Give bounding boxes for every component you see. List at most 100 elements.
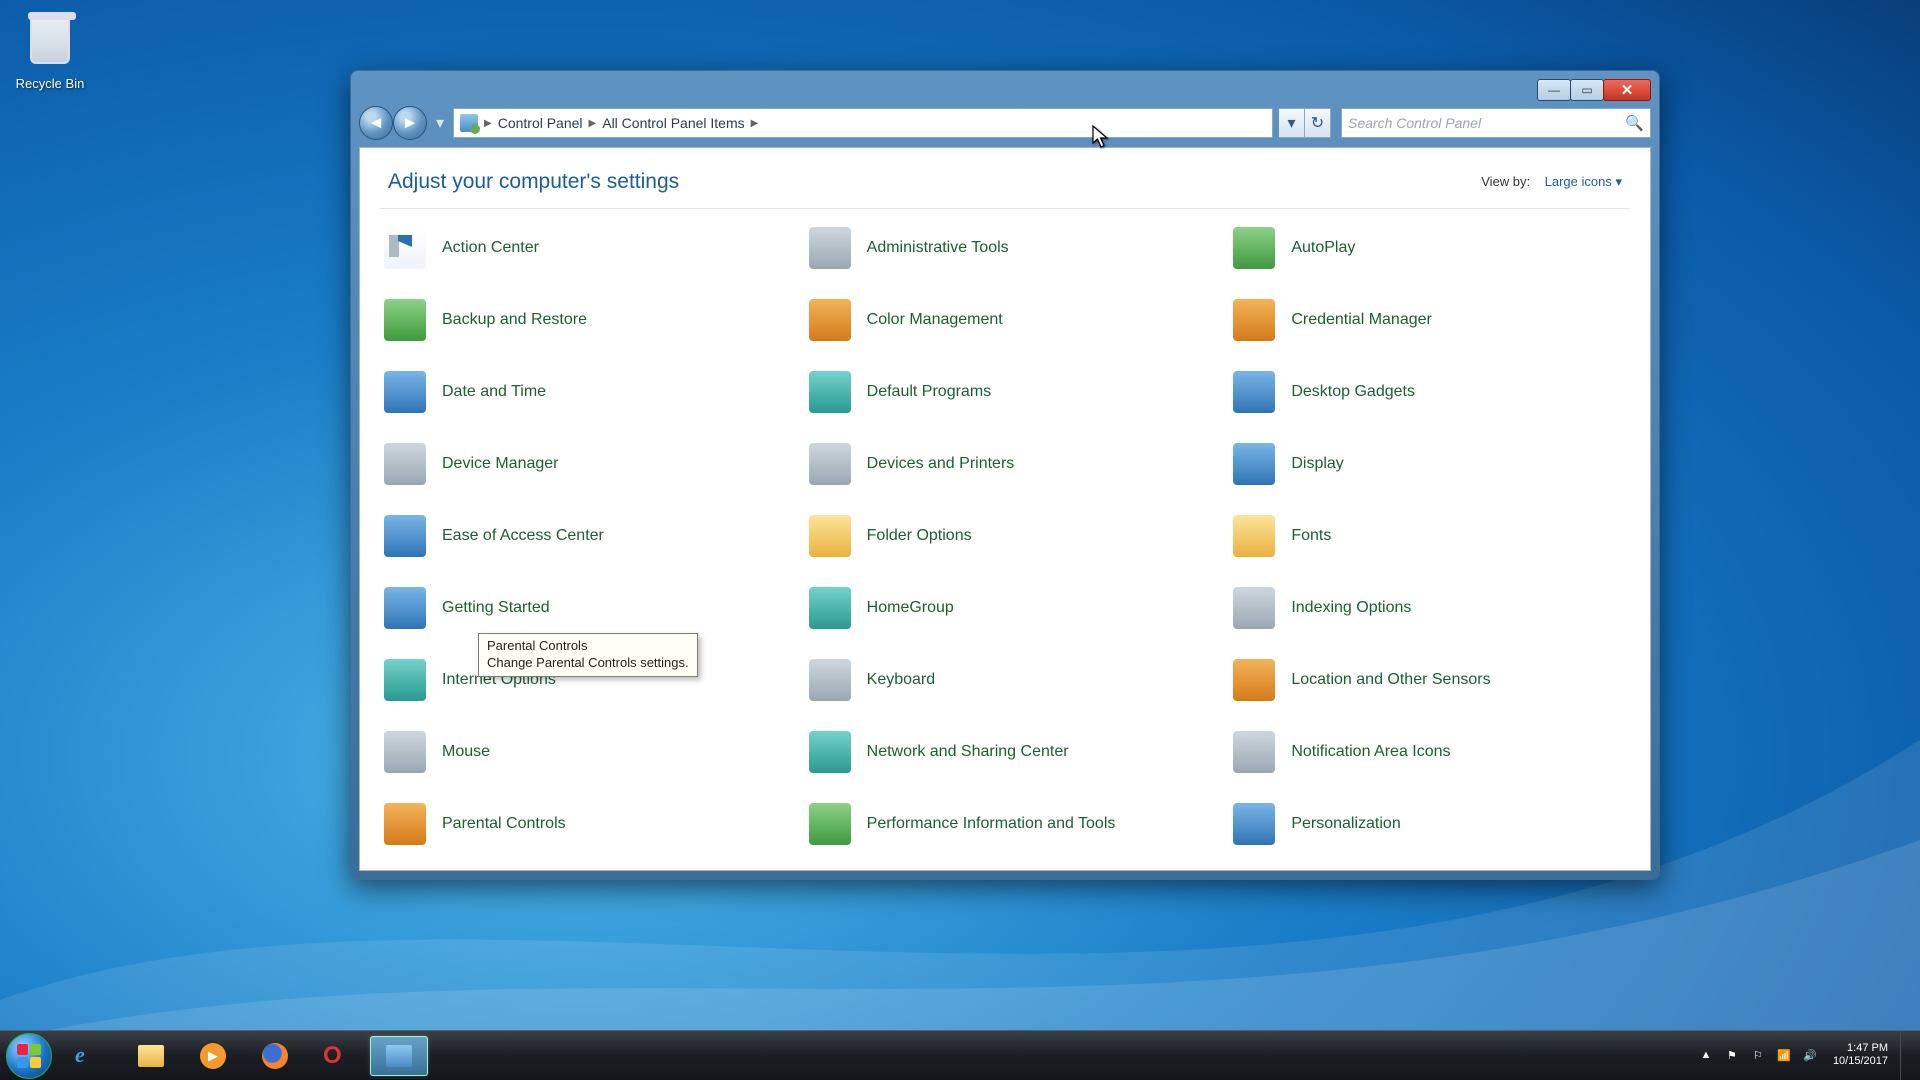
cp-item-devices-and-printers[interactable]: Devices and Printers <box>803 439 1218 489</box>
view-by-label: View by: <box>1481 174 1530 189</box>
search-input[interactable] <box>1348 115 1625 131</box>
cp-item-internet-options[interactable]: Internet Options <box>378 655 793 705</box>
cp-item-credential-manager[interactable]: Credential Manager <box>1227 295 1642 345</box>
recycle-bin[interactable]: Recycle Bin <box>10 12 90 91</box>
cp-item-date-and-time[interactable]: Date and Time <box>378 367 793 417</box>
address-dropdown-button[interactable]: ▾ <box>1279 108 1305 138</box>
cp-item-label: Devices and Printers <box>867 455 1015 473</box>
breadcrumb-root[interactable]: Control Panel <box>498 115 583 131</box>
items-scroll-area[interactable]: Action Center Administrative Tools AutoPla… <box>360 209 1650 870</box>
clock-time: 1:47 PM <box>1833 1042 1888 1055</box>
clock-date: 10/15/2017 <box>1833 1055 1888 1068</box>
navigation-row: ◄ ► ▾ ▶ Control Panel ▶ All Control Pane… <box>359 105 1651 141</box>
default-icon <box>809 371 851 413</box>
window-content: Adjust your computer's settings View by:… <box>359 147 1651 871</box>
homegroup-icon <box>809 587 851 629</box>
clock[interactable]: 1:47 PM 10/15/2017 <box>1833 1042 1888 1068</box>
show-hidden-icons[interactable]: ▲ <box>1697 1046 1715 1064</box>
search-icon[interactable]: 🔍 <box>1625 114 1644 132</box>
cp-item-performance-information-and-tools[interactable]: Performance Information and Tools <box>803 799 1218 849</box>
network-icon[interactable]: 📶 <box>1775 1046 1793 1064</box>
maximize-button[interactable]: ▭ <box>1570 79 1604 101</box>
gadgets-icon <box>1233 371 1275 413</box>
cp-item-device-manager[interactable]: Device Manager <box>378 439 793 489</box>
minimize-button[interactable]: — <box>1537 79 1571 101</box>
cp-item-action-center[interactable]: Action Center <box>378 223 793 273</box>
cp-item-backup-and-restore[interactable]: Backup and Restore <box>378 295 793 345</box>
close-button[interactable]: ✕ <box>1603 79 1651 101</box>
breadcrumb-current[interactable]: All Control Panel Items <box>602 115 744 131</box>
cp-item-folder-options[interactable]: Folder Options <box>803 511 1218 561</box>
tools-icon <box>809 227 851 269</box>
control-panel-window: — ▭ ✕ ◄ ► ▾ ▶ Control Panel ▶ All Contro… <box>350 70 1660 880</box>
chevron-icon: ▶ <box>751 118 759 129</box>
cp-item-label: Network and Sharing Center <box>867 743 1069 761</box>
credential-icon <box>1233 299 1275 341</box>
view-by: View by: Large icons ▾ <box>1481 174 1622 190</box>
color-icon <box>809 299 851 341</box>
cp-item-ease-of-access-center[interactable]: Ease of Access Center <box>378 511 793 561</box>
cp-item-homegroup[interactable]: HomeGroup <box>803 583 1218 633</box>
back-button[interactable]: ◄ <box>359 106 393 140</box>
cp-item-parental-controls[interactable]: Parental Controls <box>378 799 793 849</box>
cp-item-label: AutoPlay <box>1291 239 1355 257</box>
cp-item-label: Getting Started <box>442 599 550 617</box>
cp-item-label: Location and Other Sensors <box>1291 671 1490 689</box>
refresh-button[interactable]: ↻ <box>1305 108 1331 138</box>
cp-item-fonts[interactable]: Fonts <box>1227 511 1642 561</box>
forward-button[interactable]: ► <box>393 106 427 140</box>
taskbar-media-player[interactable]: ▶ <box>184 1036 242 1076</box>
cp-item-mouse[interactable]: Mouse <box>378 727 793 777</box>
network-icon <box>809 731 851 773</box>
window-titlebar[interactable]: — ▭ ✕ <box>359 79 1651 103</box>
cp-item-label: Mouse <box>442 743 490 761</box>
cp-item-label: Administrative Tools <box>867 239 1009 257</box>
cp-item-keyboard[interactable]: Keyboard <box>803 655 1218 705</box>
show-desktop-button[interactable] <box>1900 1030 1910 1080</box>
cp-item-label: Personalization <box>1291 815 1400 833</box>
indexing-icon <box>1233 587 1275 629</box>
taskbar-firefox[interactable] <box>246 1036 304 1076</box>
volume-icon[interactable]: 🔊 <box>1801 1046 1819 1064</box>
cp-item-network-and-sharing-center[interactable]: Network and Sharing Center <box>803 727 1218 777</box>
cp-item-indexing-options[interactable]: Indexing Options <box>1227 583 1642 633</box>
start-button[interactable] <box>6 1033 52 1079</box>
address-bar[interactable]: ▶ Control Panel ▶ All Control Panel Item… <box>453 108 1273 138</box>
taskbar: e ▶ O ▲ ⚑ ⚐ 📶 🔊 1:47 PM 10/15/2017 <box>0 1030 1920 1080</box>
cp-item-label: Date and Time <box>442 383 546 401</box>
device-mgr-icon <box>384 443 426 485</box>
backup-icon <box>384 299 426 341</box>
history-dropdown[interactable]: ▾ <box>433 106 447 140</box>
action-flag-icon[interactable]: ⚑ <box>1723 1046 1741 1064</box>
cp-item-color-management[interactable]: Color Management <box>803 295 1218 345</box>
cp-item-display[interactable]: Display <box>1227 439 1642 489</box>
cp-item-label: Backup and Restore <box>442 311 587 329</box>
taskbar-file-explorer[interactable] <box>122 1036 180 1076</box>
autoplay-icon <box>1233 227 1275 269</box>
cp-item-label: Action Center <box>442 239 539 257</box>
cp-item-label: HomeGroup <box>867 599 954 617</box>
cp-item-default-programs[interactable]: Default Programs <box>803 367 1218 417</box>
view-by-dropdown[interactable]: Large icons ▾ <box>1545 174 1622 189</box>
keyboard-icon <box>809 659 851 701</box>
taskbar-control-panel[interactable] <box>370 1036 428 1076</box>
parental-icon <box>384 803 426 845</box>
cp-item-getting-started[interactable]: Getting Started <box>378 583 793 633</box>
getting-started-icon <box>384 587 426 629</box>
cp-item-location-and-other-sensors[interactable]: Location and Other Sensors <box>1227 655 1642 705</box>
cp-item-label: Fonts <box>1291 527 1331 545</box>
page-title: Adjust your computer's settings <box>388 170 679 194</box>
cp-item-desktop-gadgets[interactable]: Desktop Gadgets <box>1227 367 1642 417</box>
cp-item-notification-area-icons[interactable]: Notification Area Icons <box>1227 727 1642 777</box>
taskbar-internet-explorer[interactable]: e <box>60 1036 118 1076</box>
cp-item-label: Keyboard <box>867 671 936 689</box>
cp-item-administrative-tools[interactable]: Administrative Tools <box>803 223 1218 273</box>
cp-item-personalization[interactable]: Personalization <box>1227 799 1642 849</box>
taskbar-opera[interactable]: O <box>308 1036 366 1076</box>
printers-icon <box>809 443 851 485</box>
search-box[interactable]: 🔍 <box>1341 108 1651 138</box>
cp-item-autoplay[interactable]: AutoPlay <box>1227 223 1642 273</box>
cp-item-label: Desktop Gadgets <box>1291 383 1415 401</box>
recycle-bin-icon <box>28 20 72 72</box>
action-center-icon[interactable]: ⚐ <box>1749 1046 1767 1064</box>
